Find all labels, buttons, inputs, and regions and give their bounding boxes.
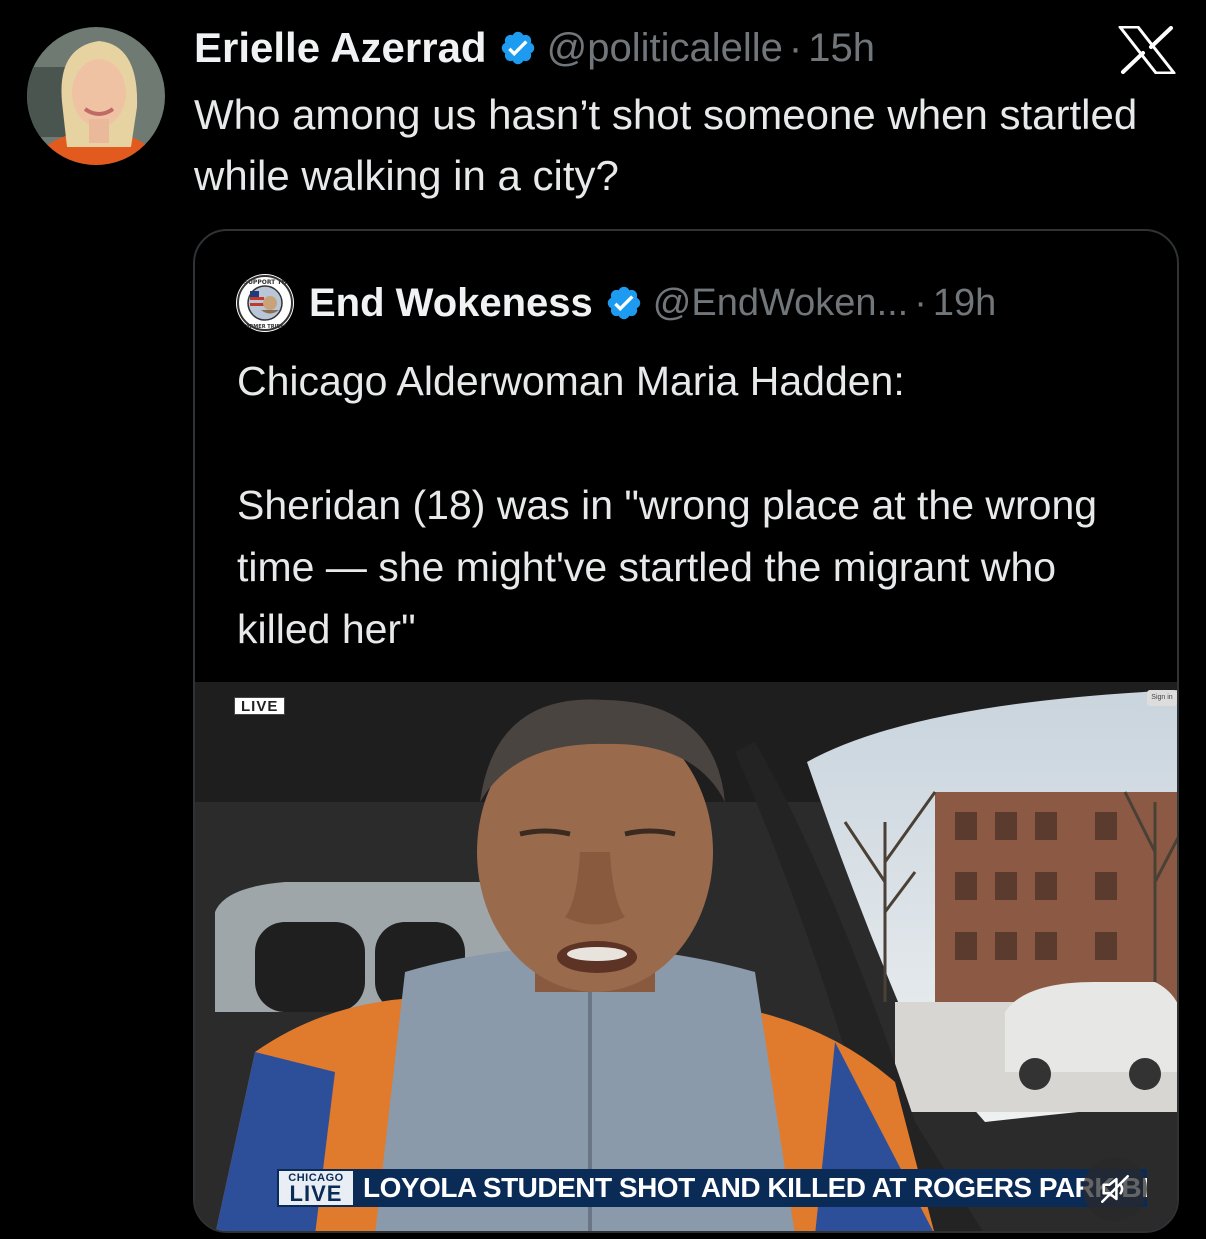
verified-badge-icon bbox=[607, 286, 641, 320]
tweet-timestamp[interactable]: 15h bbox=[808, 26, 875, 71]
news-headline: LOYOLA STUDENT SHOT AND KILLED AT ROGERS… bbox=[355, 1169, 1147, 1207]
logo-big-text: LIVE bbox=[289, 1180, 343, 1206]
x-logo-icon[interactable] bbox=[1118, 26, 1176, 74]
avatar-ring-text-bottom: FARMER TRIBES bbox=[243, 324, 288, 330]
quoted-tweet-timestamp[interactable]: 19h bbox=[933, 282, 996, 325]
tweet-text: Who among us hasn’t shot someone when st… bbox=[194, 91, 1138, 199]
author-name[interactable]: Erielle Azerrad bbox=[194, 24, 487, 72]
separator-dot: · bbox=[788, 25, 803, 70]
author-avatar[interactable] bbox=[27, 27, 165, 165]
verified-badge-icon bbox=[501, 31, 534, 65]
video-frame bbox=[195, 682, 1177, 1231]
quoted-tweet-line-2: Sheridan (18) was in "wrong place at the… bbox=[237, 482, 1098, 652]
signin-button[interactable]: Sign in bbox=[1147, 690, 1177, 706]
mute-button[interactable] bbox=[1083, 1157, 1147, 1221]
quoted-author-avatar[interactable]: I SUPPORT THE FARMER TRIBES bbox=[235, 273, 295, 333]
quoted-author-handle[interactable]: @EndWoken... bbox=[653, 282, 908, 325]
tweet-header: Erielle Azerrad @politicalelle · 15h bbox=[194, 20, 875, 76]
news-lower-third: CHICAGO LIVE LOYOLA STUDENT SHOT AND KIL… bbox=[277, 1169, 1147, 1207]
quoted-author-name[interactable]: End Wokeness bbox=[309, 281, 593, 326]
quoted-tweet-line-1: Chicago Alderwoman Maria Hadden: bbox=[237, 358, 905, 404]
quoted-tweet-card[interactable]: I SUPPORT THE FARMER TRIBES End Wokeness… bbox=[193, 229, 1179, 1233]
quoted-tweet-header: I SUPPORT THE FARMER TRIBES End Wokeness… bbox=[235, 274, 996, 332]
chicago-live-logo: CHICAGO LIVE bbox=[277, 1169, 355, 1207]
quoted-tweet-text: Chicago Alderwoman Maria Hadden: Sherida… bbox=[237, 350, 1137, 660]
muted-speaker-icon bbox=[1100, 1174, 1130, 1204]
separator-dot: · bbox=[914, 281, 927, 324]
author-handle[interactable]: @politicalelle bbox=[547, 26, 783, 71]
avatar-ring-text-top: I SUPPORT THE bbox=[239, 279, 290, 286]
live-badge: LIVE bbox=[234, 697, 286, 715]
video-player[interactable]: LIVE Sign in CHICAGO LIVE LOYOLA STUDENT… bbox=[195, 682, 1177, 1231]
